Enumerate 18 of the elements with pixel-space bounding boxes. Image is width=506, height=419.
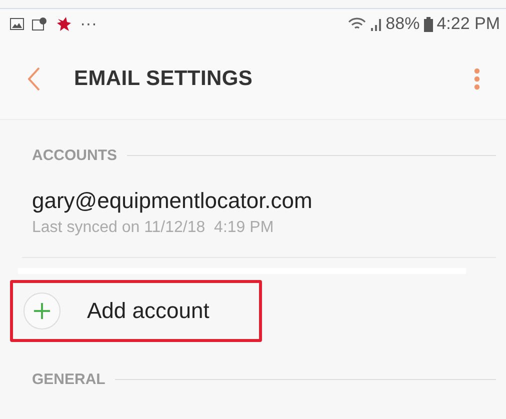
app-icon: [56, 16, 72, 32]
screen-title: EMAIL SETTINGS: [74, 67, 253, 91]
battery-percentage: 88%: [386, 14, 420, 34]
account-email[interactable]: gary@equipmentlocator.com: [32, 188, 476, 214]
more-options-icon[interactable]: [474, 68, 480, 90]
last-synced-text: Last synced on 11/12/18 4:19 PM: [32, 219, 275, 237]
wifi-icon: [348, 17, 366, 31]
clock-time: 4:22 PM: [436, 14, 500, 34]
back-icon[interactable]: [28, 67, 40, 91]
signal-icon: [370, 17, 382, 31]
add-account-row[interactable]: Add account: [10, 280, 262, 342]
section-header: GENERAL: [32, 370, 106, 388]
add-account-label: Add account: [87, 298, 210, 324]
more-notifications-text: ···: [80, 14, 97, 34]
add-icon: [23, 292, 61, 330]
image-icon: [10, 18, 24, 30]
section-header: ACCOUNTS: [32, 146, 117, 164]
battery-icon: [424, 16, 433, 32]
